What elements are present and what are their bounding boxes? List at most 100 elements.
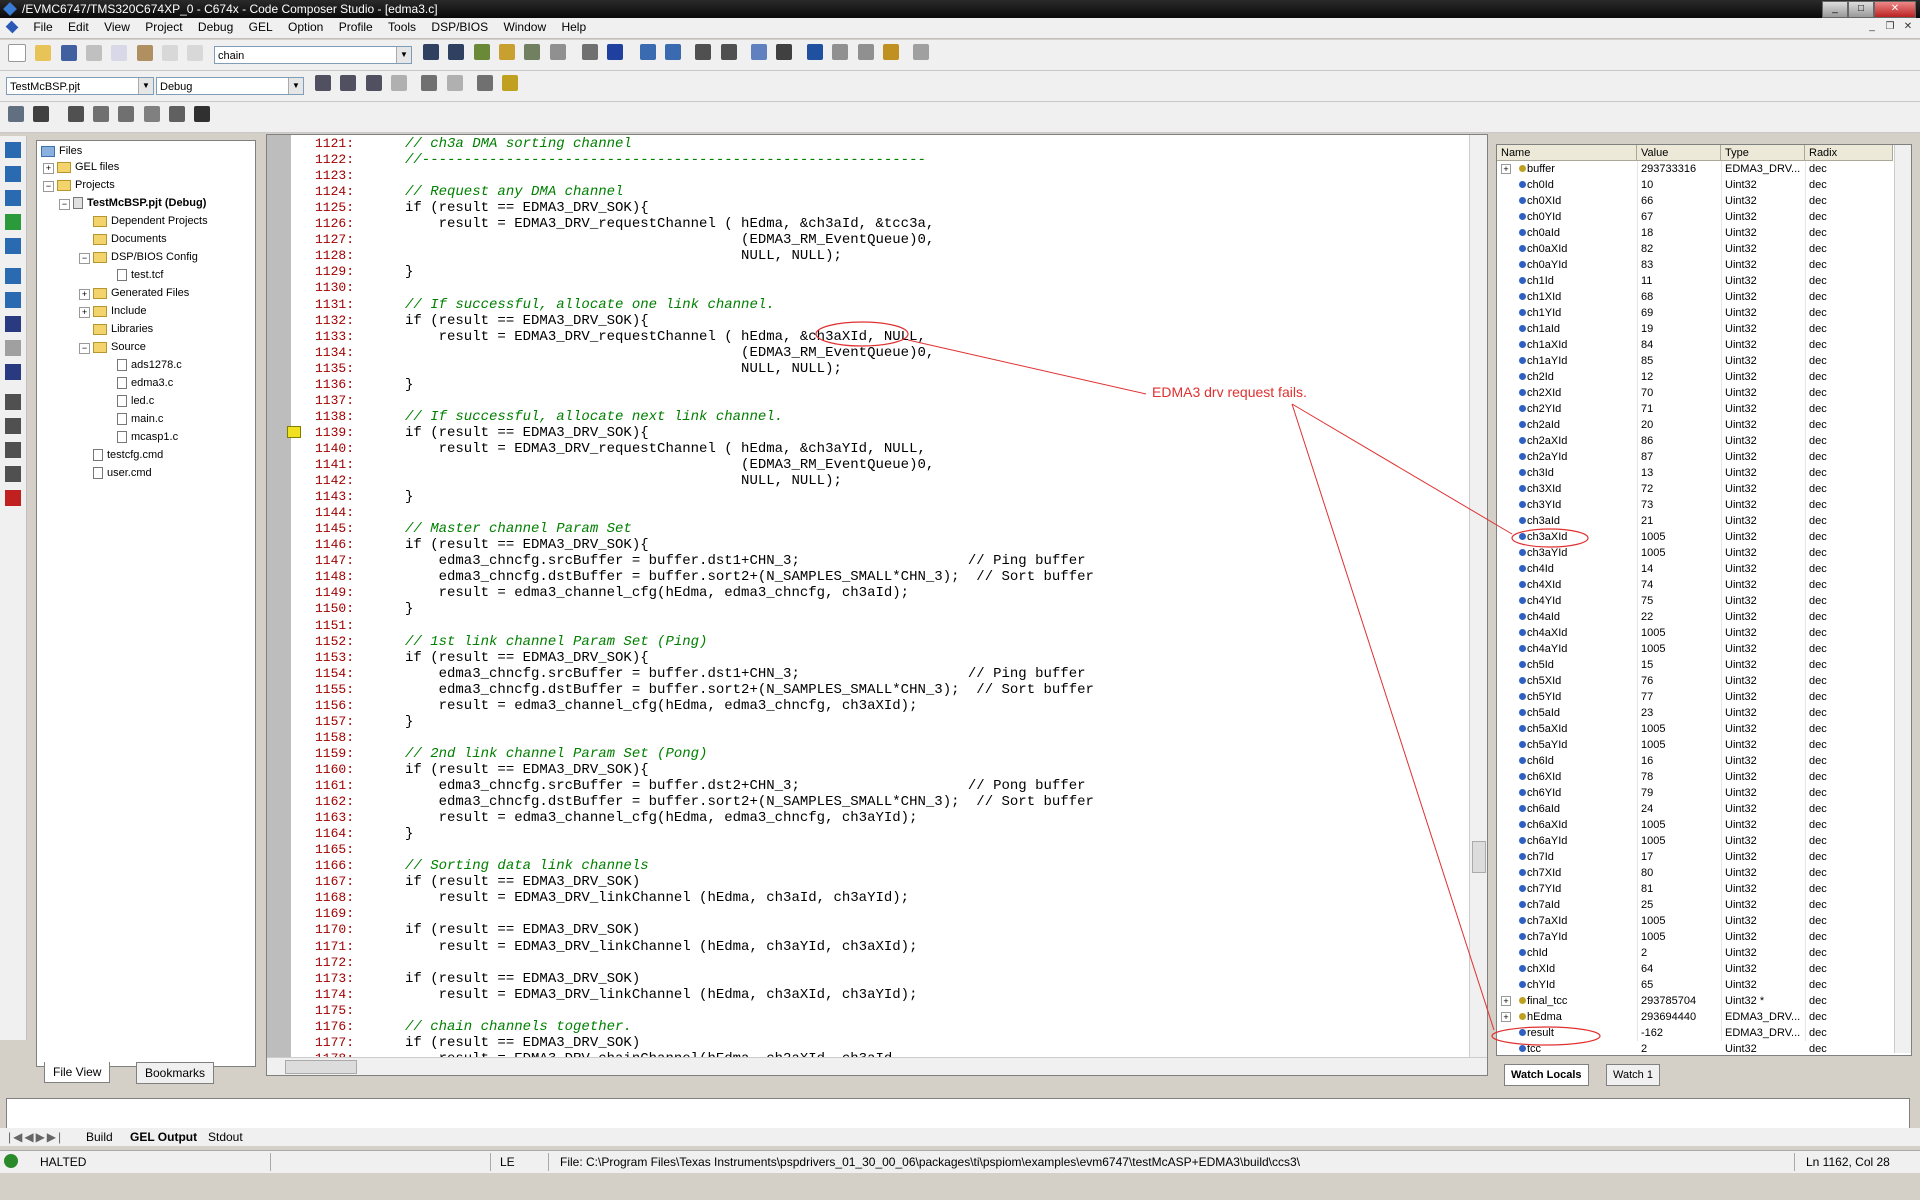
watch-row[interactable]: ch1Id 11 Uint32 dec — [1497, 273, 1893, 289]
menu-tools[interactable]: Tools — [382, 18, 422, 36]
bookmark-icon[interactable] — [549, 44, 566, 60]
mdi-restore-button[interactable]: ❐ — [1882, 20, 1898, 34]
tab-nav-arrows-icon[interactable]: |◀◀▶▶| — [8, 1129, 63, 1145]
watch-row[interactable]: ch5Id 15 Uint32 dec — [1497, 657, 1893, 673]
scrollbar-thumb[interactable] — [1472, 841, 1486, 873]
disassembly-icon[interactable] — [118, 106, 135, 122]
watch-row[interactable]: ch2aYId 87 Uint32 dec — [1497, 449, 1893, 465]
tree-gel-files[interactable]: GEL files — [57, 159, 119, 175]
tree-projects[interactable]: Projects — [57, 177, 115, 193]
tree-src-file[interactable]: edma3.c — [117, 375, 173, 391]
watch-row[interactable]: ch7aXId 1005 Uint32 dec — [1497, 913, 1893, 929]
set-pc-icon[interactable] — [5, 238, 21, 254]
open-folder-icon[interactable] — [35, 45, 52, 61]
glasses-icon[interactable] — [33, 106, 50, 122]
print-icon[interactable] — [582, 44, 599, 60]
watch-row[interactable]: ch5aId 23 Uint32 dec — [1497, 705, 1893, 721]
tab-build[interactable]: Build — [86, 1129, 113, 1145]
chevron-down-icon[interactable]: ▼ — [396, 47, 411, 63]
replace-icon[interactable] — [524, 44, 541, 60]
watch-row[interactable]: ch1aId 19 Uint32 dec — [1497, 321, 1893, 337]
tab-watch-locals[interactable]: Watch Locals — [1504, 1064, 1589, 1086]
asm-step-over-icon[interactable] — [5, 292, 21, 308]
cut-icon[interactable] — [86, 45, 103, 61]
watch-row[interactable]: ch4YId 75 Uint32 dec — [1497, 593, 1893, 609]
mdi-doc-icon[interactable] — [5, 20, 19, 34]
copy-icon[interactable] — [111, 45, 128, 61]
collapse-bios[interactable]: − — [79, 253, 90, 264]
tab-bookmarks[interactable]: Bookmarks — [136, 1062, 215, 1084]
expand-include[interactable]: + — [79, 307, 90, 318]
search-combo[interactable]: chain ▼ — [214, 46, 412, 64]
watch-row[interactable]: ch4aXId 1005 Uint32 dec — [1497, 625, 1893, 641]
toggle-breakpoint-icon[interactable] — [5, 394, 21, 410]
watch-row[interactable]: ch3Id 13 Uint32 dec — [1497, 465, 1893, 481]
rebuild-icon[interactable] — [365, 75, 382, 91]
watch-row[interactable]: ch5YId 77 Uint32 dec — [1497, 689, 1893, 705]
remove-breakpoints-icon[interactable] — [5, 418, 21, 434]
watch-row[interactable]: chId 2 Uint32 dec — [1497, 945, 1893, 961]
tree-libraries[interactable]: Libraries — [93, 321, 153, 337]
watch-row[interactable]: ch1YId 69 Uint32 dec — [1497, 305, 1893, 321]
animate-icon[interactable] — [5, 364, 21, 380]
menu-debug[interactable]: Debug — [192, 18, 239, 36]
config-combo[interactable]: Debug ▼ — [156, 77, 304, 95]
collapse-projects[interactable]: − — [43, 181, 54, 192]
watch-row[interactable]: ch1aXId 84 Uint32 dec — [1497, 337, 1893, 353]
menu-file[interactable]: File — [27, 18, 58, 36]
tree-project[interactable]: TestMcBSP.pjt (Debug) — [73, 195, 206, 211]
watch-row[interactable]: ch7aId 25 Uint32 dec — [1497, 897, 1893, 913]
stop-build-icon[interactable] — [391, 75, 408, 91]
menu-dspbios[interactable]: DSP/BIOS — [425, 18, 494, 36]
watch-row[interactable]: ch3XId 72 Uint32 dec — [1497, 481, 1893, 497]
watch-row[interactable]: ch4aId 22 Uint32 dec — [1497, 609, 1893, 625]
watch-row[interactable]: ch4aYId 1005 Uint32 dec — [1497, 641, 1893, 657]
watch-row[interactable]: ch4XId 74 Uint32 dec — [1497, 577, 1893, 593]
tree-bios-config[interactable]: DSP/BIOS Config — [93, 249, 198, 265]
hand-icon[interactable] — [421, 75, 438, 91]
watch-scrollbar[interactable] — [1894, 145, 1911, 1053]
tree-source[interactable]: Source — [93, 339, 146, 355]
watch-row[interactable]: + hEdma 293694440 EDMA3_DRV... dec — [1497, 1009, 1893, 1025]
tool-d-icon[interactable] — [882, 44, 899, 60]
watch-row[interactable]: chYId 65 Uint32 dec — [1497, 977, 1893, 993]
watch-row[interactable]: ch7XId 80 Uint32 dec — [1497, 865, 1893, 881]
watch-row[interactable]: ch7YId 81 Uint32 dec — [1497, 881, 1893, 897]
tab-gel-output[interactable]: GEL Output — [130, 1129, 197, 1145]
save-icon[interactable] — [60, 45, 77, 61]
scrollbar-thumb[interactable] — [285, 1060, 357, 1074]
help-icon[interactable] — [607, 44, 624, 60]
outdent-icon[interactable] — [665, 44, 682, 60]
watch-row[interactable]: + buffer 293733316 EDMA3_DRV... dec — [1497, 161, 1893, 177]
watch-row[interactable]: ch1aYId 85 Uint32 dec — [1497, 353, 1893, 369]
watch-row[interactable]: ch3YId 73 Uint32 dec — [1497, 497, 1893, 513]
watch-row[interactable]: ch3aYId 1005 Uint32 dec — [1497, 545, 1893, 561]
indent-icon[interactable] — [639, 44, 656, 60]
graph-icon[interactable] — [8, 106, 24, 122]
compile-icon[interactable] — [315, 75, 331, 91]
editor-horizontal-scrollbar[interactable] — [267, 1057, 1487, 1075]
watch-row[interactable]: ch6aXId 1005 Uint32 dec — [1497, 817, 1893, 833]
align-icon[interactable] — [776, 44, 793, 60]
watch-view-icon[interactable] — [169, 106, 186, 122]
watch-row[interactable]: ch6YId 79 Uint32 dec — [1497, 785, 1893, 801]
mdi-close-button[interactable]: ✕ — [1900, 20, 1916, 34]
tree-cmd-file[interactable]: testcfg.cmd — [93, 447, 163, 463]
menu-project[interactable]: Project — [139, 18, 188, 36]
tree-cmd-file[interactable]: user.cmd — [93, 465, 152, 481]
chevron-down-icon[interactable]: ▼ — [138, 78, 153, 94]
expand-generated[interactable]: + — [79, 289, 90, 300]
code-editor[interactable]: 1121: // ch3a DMA sorting channel 1122: //-… — [266, 134, 1488, 1076]
editor-vertical-scrollbar[interactable] — [1469, 135, 1487, 1057]
redo-icon[interactable] — [187, 45, 204, 61]
profile-view-icon[interactable] — [194, 106, 211, 122]
run-icon[interactable] — [5, 316, 21, 332]
next-bookmark-icon[interactable] — [720, 44, 737, 60]
watch-row[interactable]: ch1XId 68 Uint32 dec — [1497, 289, 1893, 305]
callstack-icon[interactable] — [143, 106, 160, 122]
tree-src-file[interactable]: mcasp1.c — [117, 429, 178, 445]
tree-include[interactable]: Include — [93, 303, 146, 319]
tree-src-file[interactable]: main.c — [117, 411, 163, 427]
find-prev-icon[interactable] — [473, 44, 490, 60]
expand-icon[interactable]: + — [1501, 996, 1511, 1006]
